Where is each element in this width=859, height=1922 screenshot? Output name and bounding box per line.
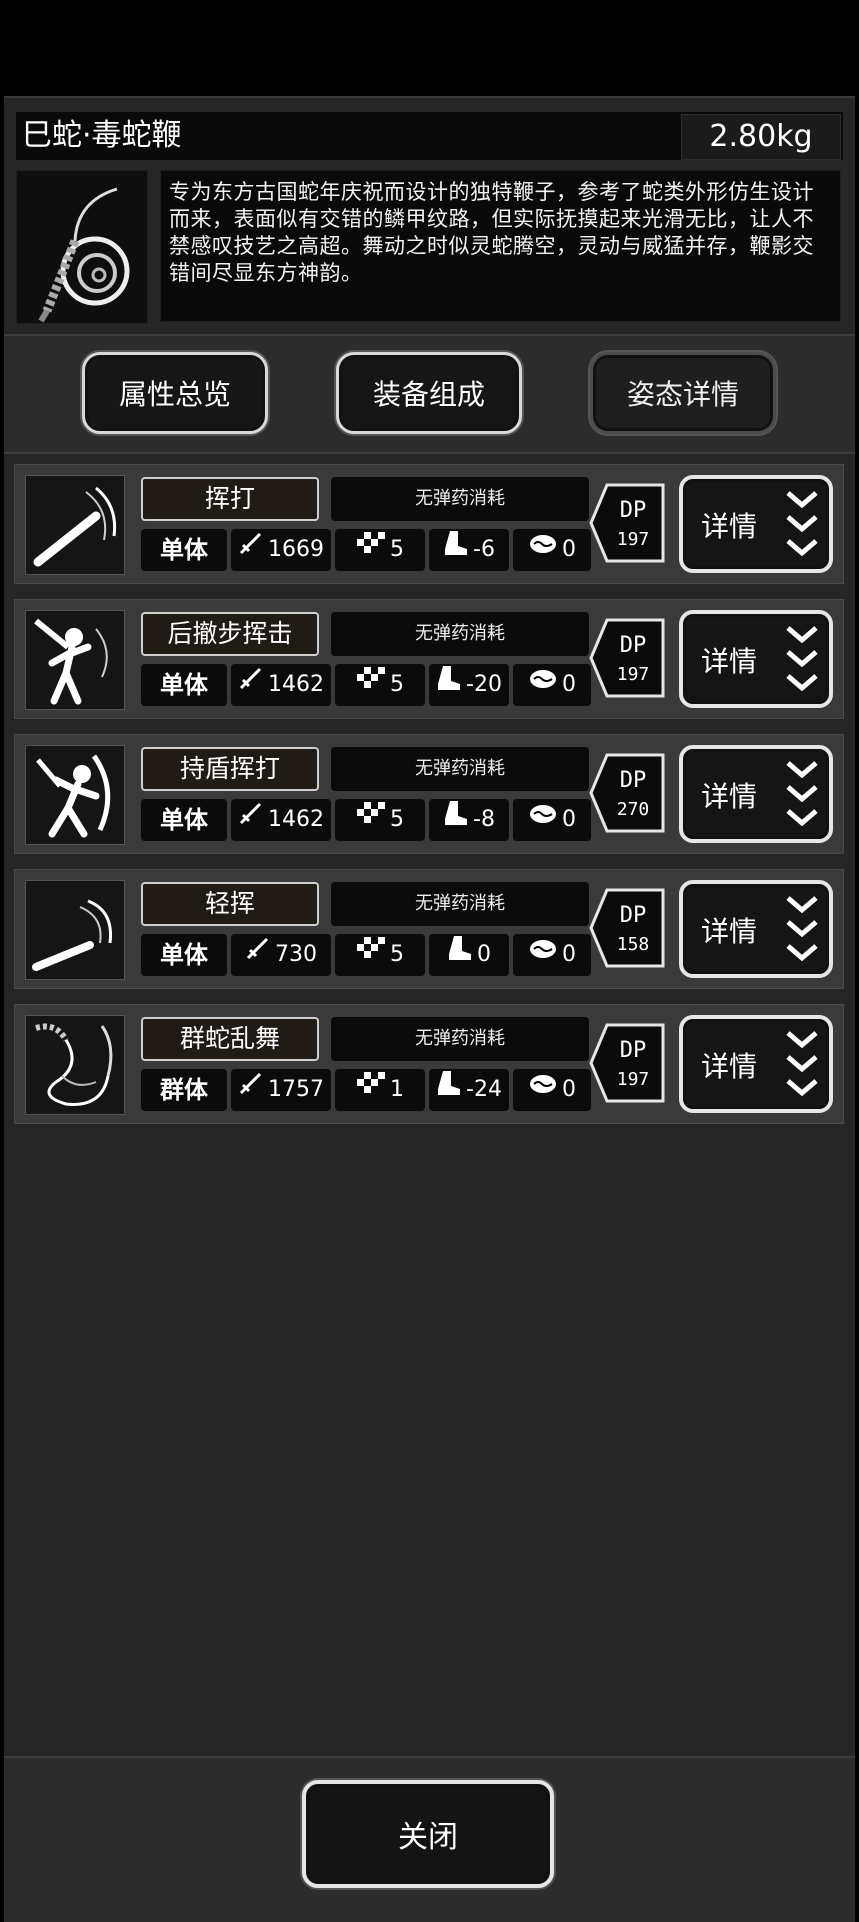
backstep-swing-icon <box>25 610 125 710</box>
attack-stat: 1757 <box>231 1069 331 1111</box>
close-button[interactable]: 关闭 <box>302 1780 554 1888</box>
target-type: 群体 <box>141 1069 227 1111</box>
ammo-cost: 无弹药消耗 <box>331 882 589 926</box>
move-row: 后撤步挥击 无弹药消耗 单体 1462 5 -20 0 DP 197 详情 <box>14 599 844 719</box>
ammo-cost: 无弹药消耗 <box>331 747 589 791</box>
boot-icon <box>443 529 469 571</box>
tab-attributes[interactable]: 属性总览 <box>82 352 268 434</box>
swing-strike-icon <box>25 475 125 575</box>
foot-stat: -24 <box>429 1069 509 1111</box>
detail-button[interactable]: 详情 <box>679 475 833 573</box>
ammo-cost: 无弹药消耗 <box>331 612 589 656</box>
target-type: 单体 <box>141 664 227 706</box>
brain-stat: 0 <box>513 799 591 841</box>
sword-icon <box>238 1069 264 1111</box>
speed-stat: 5 <box>335 799 425 841</box>
item-description: 专为东方古国蛇年庆祝而设计的独特鞭子，参考了蛇类外形仿生设计而来，表面似有交错的… <box>160 170 841 322</box>
checker-icon <box>356 664 386 706</box>
detail-button[interactable]: 详情 <box>679 745 833 843</box>
chevron-down-icon <box>786 1031 818 1097</box>
checker-icon <box>356 1069 386 1111</box>
boot-icon <box>443 799 469 841</box>
foot-stat: 0 <box>429 934 509 976</box>
sword-icon <box>245 934 271 976</box>
detail-button[interactable]: 详情 <box>679 880 833 978</box>
svg-text:DP: DP <box>620 903 647 928</box>
speed-stat: 5 <box>335 529 425 571</box>
move-row: 挥打 无弹药消耗 单体 1669 5 -6 0 DP 197 详情 <box>14 464 844 584</box>
shield-swing-icon <box>25 745 125 845</box>
brain-stat: 0 <box>513 934 591 976</box>
brain-stat: 0 <box>513 1069 591 1111</box>
chevron-down-icon <box>786 491 818 557</box>
target-type: 单体 <box>141 529 227 571</box>
attack-stat: 1669 <box>231 529 331 571</box>
whip-icon <box>16 170 148 324</box>
attack-stat: 1462 <box>231 664 331 706</box>
detail-button[interactable]: 详情 <box>679 1015 833 1113</box>
ammo-cost: 无弹药消耗 <box>331 1017 589 1061</box>
item-weight: 2.80kg <box>681 114 841 160</box>
dp-badge: DP 197 <box>589 618 667 698</box>
detail-button[interactable]: 详情 <box>679 610 833 708</box>
move-name: 轻挥 <box>141 882 319 926</box>
svg-text:197: 197 <box>617 529 650 550</box>
move-name: 后撤步挥击 <box>141 612 319 656</box>
svg-text:DP: DP <box>620 633 647 658</box>
sword-icon <box>238 529 264 571</box>
brain-icon <box>528 664 558 706</box>
light-swing-icon <box>25 880 125 980</box>
move-name: 持盾挥打 <box>141 747 319 791</box>
brain-icon <box>528 799 558 841</box>
svg-text:DP: DP <box>620 498 647 523</box>
brain-icon <box>528 934 558 976</box>
brain-icon <box>528 529 558 571</box>
chevron-down-icon <box>786 761 818 827</box>
svg-text:197: 197 <box>617 1069 650 1090</box>
dp-badge: DP 158 <box>589 888 667 968</box>
move-row: 轻挥 无弹药消耗 单体 730 5 0 0 DP 158 详情 <box>14 869 844 989</box>
checker-icon <box>356 529 386 571</box>
svg-text:197: 197 <box>617 664 650 685</box>
foot-stat: -6 <box>429 529 509 571</box>
speed-stat: 5 <box>335 664 425 706</box>
tab-equipment[interactable]: 装备组成 <box>336 352 522 434</box>
move-name: 群蛇乱舞 <box>141 1017 319 1061</box>
item-title: 巳蛇·毒蛇鞭 <box>22 118 182 153</box>
move-row: 群蛇乱舞 无弹药消耗 群体 1757 1 -24 0 DP 197 详情 <box>14 1004 844 1124</box>
boot-icon <box>436 664 462 706</box>
chevron-down-icon <box>786 626 818 692</box>
dp-badge: DP 270 <box>589 753 667 833</box>
snake-dance-icon <box>25 1015 125 1115</box>
boot-icon <box>447 934 473 976</box>
sword-icon <box>238 664 264 706</box>
svg-text:158: 158 <box>617 934 650 955</box>
sword-icon <box>238 799 264 841</box>
speed-stat: 1 <box>335 1069 425 1111</box>
brain-stat: 0 <box>513 664 591 706</box>
dp-badge: DP 197 <box>589 483 667 563</box>
svg-text:DP: DP <box>620 1038 647 1063</box>
tab-stance-details[interactable]: 姿态详情 <box>590 352 776 434</box>
target-type: 单体 <box>141 799 227 841</box>
attack-stat: 730 <box>231 934 331 976</box>
target-type: 单体 <box>141 934 227 976</box>
brain-icon <box>528 1069 558 1111</box>
speed-stat: 5 <box>335 934 425 976</box>
dp-badge: DP 197 <box>589 1023 667 1103</box>
chevron-down-icon <box>786 896 818 962</box>
brain-stat: 0 <box>513 529 591 571</box>
foot-stat: -8 <box>429 799 509 841</box>
attack-stat: 1462 <box>231 799 331 841</box>
move-row: 持盾挥打 无弹药消耗 单体 1462 5 -8 0 DP 270 详情 <box>14 734 844 854</box>
svg-text:DP: DP <box>620 768 647 793</box>
foot-stat: -20 <box>429 664 509 706</box>
checker-icon <box>356 934 386 976</box>
move-name: 挥打 <box>141 477 319 521</box>
boot-icon <box>436 1069 462 1111</box>
svg-text:270: 270 <box>617 799 650 820</box>
ammo-cost: 无弹药消耗 <box>331 477 589 521</box>
checker-icon <box>356 799 386 841</box>
